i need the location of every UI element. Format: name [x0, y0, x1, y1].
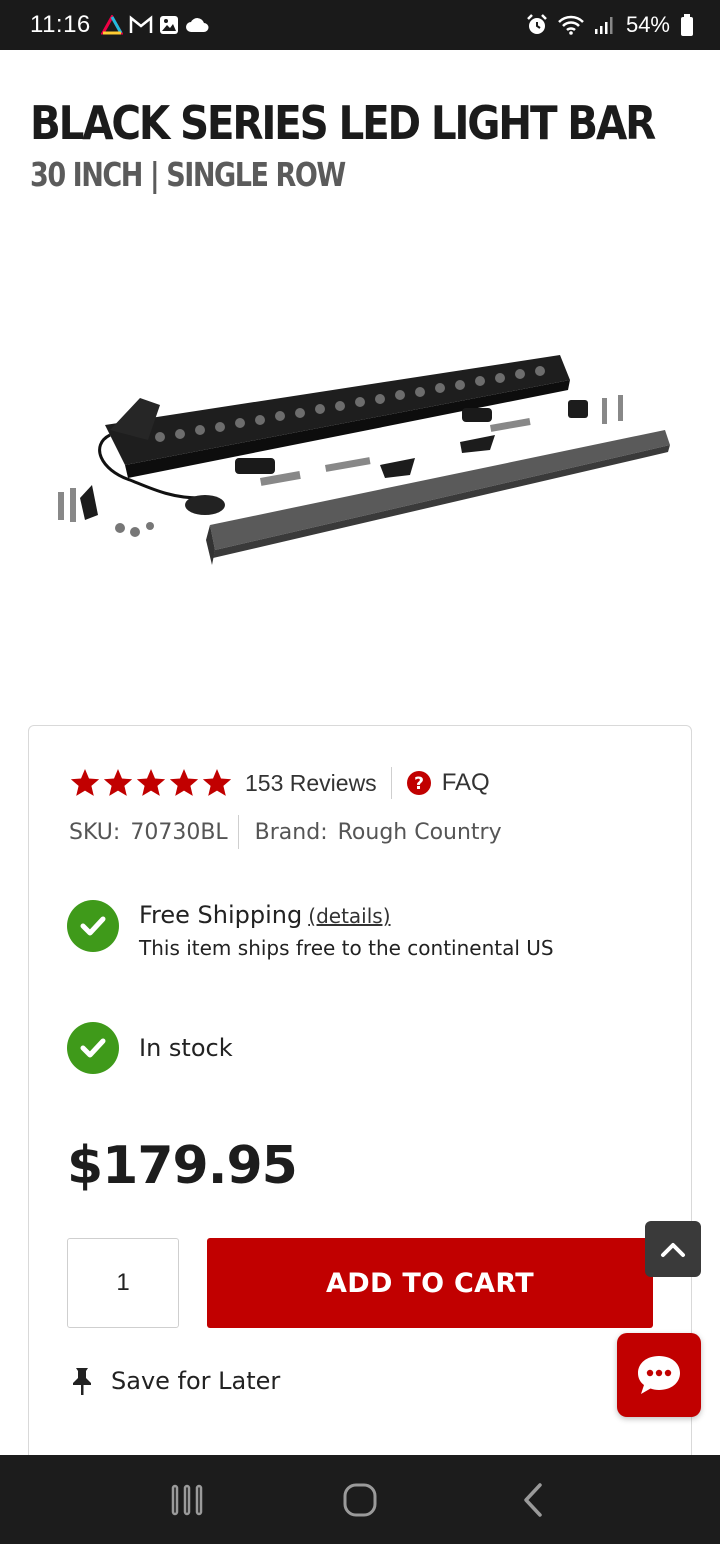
star-icon: [202, 769, 232, 796]
add-to-cart-button[interactable]: ADD TO CART: [207, 1238, 653, 1328]
star-icon: [70, 769, 100, 796]
save-for-later-button[interactable]: Save for Later: [69, 1366, 280, 1396]
save-for-later-label: Save for Later: [111, 1367, 281, 1395]
reviews-link[interactable]: 153 Reviews: [245, 770, 377, 797]
battery-percent: 54%: [625, 12, 670, 37]
home-icon: [100, 15, 123, 35]
star-icon: [169, 769, 199, 796]
pin-icon: [73, 1368, 91, 1395]
chat-bubble-icon: [638, 1356, 680, 1394]
shipping-details-link[interactable]: (details): [308, 904, 390, 928]
gallery-icon: [159, 15, 179, 35]
check-icon: [67, 900, 119, 952]
chevron-up-icon: [661, 1243, 685, 1257]
product-title: BLACK SERIES LED LIGHT BAR: [30, 96, 656, 150]
back-button[interactable]: [503, 1470, 563, 1530]
product-subtitle: 30 INCH | SINGLE ROW: [30, 155, 346, 194]
rating-row: 153 Reviews ? FAQ: [69, 766, 490, 800]
faq-link[interactable]: ? FAQ: [406, 769, 490, 797]
sku-value: 70730BL: [130, 819, 228, 845]
faq-label: FAQ: [441, 769, 490, 796]
star-icon: [136, 769, 166, 796]
shipping-subtitle: This item ships free to the continental …: [139, 936, 554, 960]
brand-label: Brand:: [254, 819, 328, 845]
brand-value[interactable]: Rough Country: [338, 820, 502, 845]
free-shipping-label: Free Shipping: [139, 901, 303, 929]
star-icon: [103, 769, 133, 796]
scroll-to-top-button[interactable]: [645, 1221, 701, 1277]
sku-label: SKU:: [69, 819, 121, 845]
mounting-rail-icon: [206, 430, 670, 565]
product-image[interactable]: [30, 230, 690, 680]
stock-status: In stock: [67, 1022, 233, 1074]
check-icon: [67, 1022, 119, 1074]
question-icon: ?: [406, 771, 431, 795]
product-header: BLACK SERIES LED LIGHT BAR 30 INCH | SIN…: [30, 92, 690, 198]
home-button[interactable]: [330, 1470, 390, 1530]
svg-text:?: ?: [414, 774, 424, 794]
product-price: $179.95: [67, 1136, 298, 1196]
divider: [390, 767, 392, 799]
divider: [237, 815, 239, 849]
product-info-card: 153 Reviews ? FAQ SKU: 70730BL Brand: Ro…: [28, 725, 692, 1485]
shipping-info: Free Shipping (details) This item ships f…: [67, 900, 554, 965]
chat-button[interactable]: [617, 1333, 701, 1417]
battery-icon: [680, 13, 694, 37]
signal-icon: [594, 15, 616, 35]
status-time: 11:16: [30, 11, 91, 38]
recent-apps-icon: [171, 1484, 202, 1515]
rating-stars[interactable]: [69, 767, 233, 799]
back-icon: [524, 1482, 543, 1517]
quantity-input[interactable]: 1: [67, 1238, 179, 1328]
sku-brand-row: SKU: 70730BL Brand: Rough Country: [69, 814, 502, 850]
notification-icons: [100, 15, 209, 35]
home-nav-icon: [343, 1483, 377, 1516]
system-navigation-bar: [0, 1455, 720, 1544]
status-bar: 11:16 54%: [0, 0, 720, 50]
in-stock-label: In stock: [139, 1034, 233, 1062]
alarm-icon: [526, 14, 548, 36]
cloud-icon: [185, 17, 209, 33]
wifi-icon: [558, 15, 584, 35]
gmail-icon: [129, 15, 153, 35]
recent-apps-button[interactable]: [157, 1470, 217, 1530]
